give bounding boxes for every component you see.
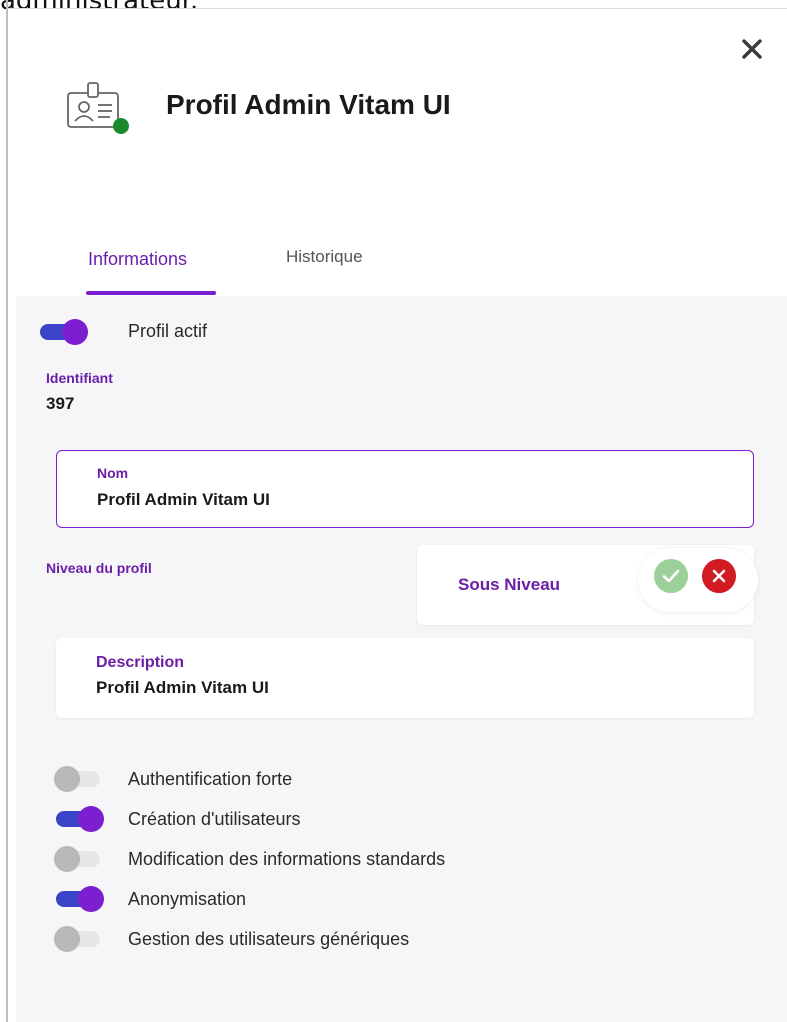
level-value: Sous Niveau bbox=[458, 575, 561, 594]
permission-label: Anonymisation bbox=[128, 889, 247, 909]
identifier-label: Identifiant bbox=[46, 370, 113, 386]
profile-active-label: Profil actif bbox=[128, 321, 208, 341]
description-field[interactable]: Description Profil Admin Vitam UI bbox=[56, 638, 754, 718]
toggle-knob bbox=[62, 319, 88, 345]
confirm-check-icon[interactable] bbox=[654, 559, 688, 593]
permission-label: Authentification forte bbox=[128, 769, 293, 789]
window-edge bbox=[6, 0, 8, 1022]
tab-historique[interactable]: Historique bbox=[286, 247, 363, 267]
anonymisation-toggle[interactable] bbox=[54, 886, 104, 912]
identifier-value: 397 bbox=[46, 394, 75, 413]
toggle-knob bbox=[54, 926, 80, 952]
profile-active-toggle[interactable] bbox=[38, 319, 88, 345]
active-tab-indicator bbox=[86, 291, 216, 295]
close-icon[interactable] bbox=[736, 33, 768, 65]
name-value: Profil Admin Vitam UI bbox=[97, 490, 270, 509]
generic-users-toggle[interactable] bbox=[54, 926, 104, 952]
toggle-knob bbox=[78, 806, 104, 832]
profile-card-icon bbox=[67, 82, 129, 134]
profile-detail-panel: Profil Admin Vitam UI Informations Histo… bbox=[16, 9, 787, 1022]
tab-informations[interactable]: Informations bbox=[88, 249, 187, 270]
page-title: Profil Admin Vitam UI bbox=[166, 89, 451, 120]
standard-info-edit-toggle[interactable] bbox=[54, 846, 104, 872]
permission-label: Modification des informations standards bbox=[128, 849, 446, 869]
panel-header: Profil Admin Vitam UI Informations Histo… bbox=[16, 9, 787, 296]
permission-label: Création d'utilisateurs bbox=[128, 809, 301, 829]
toggle-knob bbox=[78, 886, 104, 912]
description-value: Profil Admin Vitam UI bbox=[96, 678, 269, 697]
level-label: Niveau du profil bbox=[46, 560, 152, 576]
toggle-knob bbox=[54, 846, 80, 872]
toggle-knob bbox=[54, 766, 80, 792]
description-label: Description bbox=[96, 654, 185, 671]
user-creation-toggle[interactable] bbox=[54, 806, 104, 832]
cancel-close-icon[interactable] bbox=[702, 559, 736, 593]
name-field[interactable]: Nom Profil Admin Vitam UI bbox=[56, 450, 754, 528]
permission-label: Gestion des utilisateurs génériques bbox=[128, 929, 410, 949]
strong-auth-toggle[interactable] bbox=[54, 766, 104, 792]
name-label: Nom bbox=[97, 465, 129, 481]
